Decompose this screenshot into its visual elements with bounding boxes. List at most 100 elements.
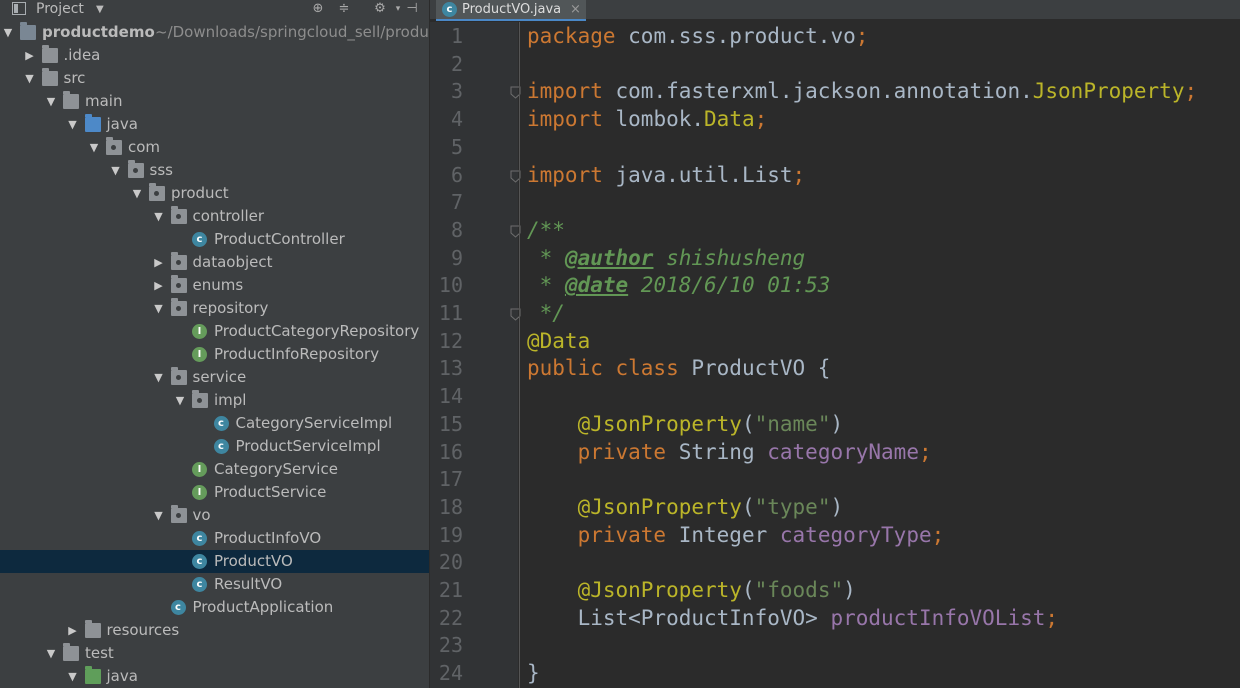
code-line[interactable]: } — [527, 660, 540, 688]
tree-item[interactable]: ▼ repository — [0, 297, 429, 320]
tree-item[interactable]: ▼ vo — [0, 504, 429, 527]
chevron-down-icon[interactable]: ▼ — [87, 136, 101, 159]
code-line[interactable]: */ — [527, 300, 565, 328]
code-line[interactable]: List<ProductInfoVO> productInfoVOList; — [527, 605, 1058, 633]
chevron-right-icon[interactable]: ▶ — [152, 251, 166, 274]
tree-item[interactable]: ▼ productdemo ~/Downloads/springcloud_sell… — [0, 21, 429, 44]
chevron-right-icon[interactable]: ▶ — [66, 619, 80, 642]
chevron-down-icon[interactable]: ▼ — [96, 0, 104, 19]
tree-item[interactable]: c ProductInfoVO — [0, 527, 429, 550]
tree-item[interactable]: ▶ enums — [0, 274, 429, 297]
folder-icon — [41, 45, 58, 63]
line-number: 19 — [438, 522, 463, 547]
tree-item[interactable]: ▼ impl — [0, 389, 429, 412]
tree-item[interactable]: c ProductController — [0, 228, 429, 251]
code-line[interactable]: @JsonProperty("foods") — [527, 577, 856, 605]
close-icon[interactable]: × — [570, 0, 581, 19]
code-token: "type" — [754, 494, 831, 519]
collapse-icon[interactable]: ≑ — [336, 1, 352, 17]
code-line[interactable]: import lombok.Data; — [527, 106, 767, 134]
tree-item[interactable]: ▼ test — [0, 642, 429, 665]
line-number: 13 — [438, 356, 463, 381]
code-line[interactable]: @JsonProperty("type") — [527, 494, 844, 522]
gear-icon[interactable]: ⚙ — [372, 1, 388, 17]
line-number-gutter: 1 2 3 4 5 6 7 8 9 10 11 12 13 14 15 16 17 18 19 20 21 22 23 24 — [430, 22, 521, 688]
tab-label: ProductVO.java — [462, 2, 562, 17]
tree-item[interactable]: c ProductVO — [0, 550, 429, 573]
chevron-down-icon[interactable]: ▼ — [66, 665, 80, 688]
chevron-down-icon[interactable]: ▼ — [44, 90, 58, 113]
chevron-down-icon[interactable]: ▼ — [152, 366, 166, 389]
tree-item[interactable]: ▼ product — [0, 182, 429, 205]
line-number: 22 — [438, 605, 463, 630]
code-line[interactable]: @JsonProperty("name") — [527, 411, 844, 439]
tree-item[interactable]: ▼ java — [0, 113, 429, 136]
code-line[interactable]: private String categoryName; — [527, 439, 932, 467]
tree-item-label: ProductInfoVO — [214, 529, 322, 547]
tree-item[interactable]: ▼ sss — [0, 159, 429, 182]
tree-item-label: sss — [149, 161, 173, 179]
tree-item-label: ProductInfoRepository — [214, 345, 380, 363]
code-line[interactable]: @Data — [527, 328, 590, 356]
chevron-down-icon[interactable]: ▼ — [66, 113, 80, 136]
tree-item-label: enums — [192, 276, 244, 294]
code-token: @JsonProperty — [577, 494, 742, 519]
code-line[interactable]: public class ProductVO { — [527, 355, 830, 383]
tree-item[interactable]: c ProductApplication — [0, 596, 429, 619]
code-line[interactable]: package com.sss.product.vo; — [527, 23, 868, 51]
chevron-down-icon[interactable]: ▼ — [44, 642, 58, 665]
editor-tab-bar: c ProductVO.java × — [430, 0, 1240, 21]
tree-item[interactable]: c CategoryServiceImpl — [0, 412, 429, 435]
code-token: Data — [704, 107, 755, 132]
tree-item-label: main — [85, 92, 123, 110]
line-number: 18 — [438, 494, 463, 519]
code-line[interactable]: import java.util.List; — [527, 162, 805, 190]
editor-tab-productvo[interactable]: c ProductVO.java × — [436, 0, 586, 21]
code-token: ( — [741, 494, 755, 519]
chevron-down-icon[interactable]: ▼ — [152, 504, 166, 527]
tree-item[interactable]: ▼ java — [0, 665, 429, 688]
tree-item[interactable]: I ProductCategoryRepository — [0, 320, 429, 343]
chevron-down-icon[interactable]: ▼ — [130, 182, 144, 205]
chevron-down-icon[interactable]: ▼ — [1, 21, 15, 44]
code-line[interactable]: * @author shishusheng — [527, 245, 806, 273]
code-line[interactable]: * @date 2018/6/10 01:53 — [527, 272, 831, 300]
chevron-down-icon[interactable]: ▼ — [109, 159, 123, 182]
code-token: ; — [754, 107, 768, 132]
code-line[interactable]: import com.fasterxml.jackson.annotation.… — [527, 78, 1197, 106]
chevron-down-icon[interactable]: ▼ — [173, 389, 187, 412]
tree-item[interactable]: I ProductInfoRepository — [0, 343, 429, 366]
project-panel-title[interactable]: Project — [36, 0, 84, 19]
code-token: String — [678, 439, 768, 464]
code-line[interactable]: /** — [527, 217, 565, 245]
tree-item-label: resources — [106, 621, 180, 639]
tree-item[interactable]: ▶ dataobject — [0, 251, 429, 274]
crosshair-icon[interactable]: ⊕ — [310, 1, 326, 17]
pin-icon[interactable]: ⊣ — [404, 1, 420, 17]
tree-item[interactable]: ▼ com — [0, 136, 429, 159]
chevron-right-icon[interactable]: ▶ — [23, 44, 37, 67]
tree-item[interactable]: c ResultVO — [0, 573, 429, 596]
folder-icon — [63, 643, 79, 661]
folder-icon — [41, 68, 58, 86]
tree-item-label: src — [63, 69, 86, 87]
tree-item[interactable]: I CategoryService — [0, 458, 429, 481]
code-token: @author — [564, 245, 654, 270]
interface-icon: I — [192, 324, 207, 339]
code-line[interactable]: private Integer categoryType; — [527, 522, 945, 550]
tree-item[interactable]: I ProductService — [0, 481, 429, 504]
chevron-down-icon[interactable]: ▼ — [23, 67, 37, 90]
tree-item[interactable]: ▼ main — [0, 90, 429, 113]
chevron-right-icon[interactable]: ▶ — [152, 274, 166, 297]
class-icon: c — [192, 531, 207, 546]
chevron-down-icon[interactable]: ▼ — [152, 205, 166, 228]
tree-item[interactable]: ▶ resources — [0, 619, 429, 642]
chevron-down-icon[interactable]: ▼ — [152, 297, 166, 320]
line-number: 9 — [450, 245, 463, 270]
package-icon — [106, 137, 122, 155]
tree-item[interactable]: ▼ src — [0, 67, 429, 90]
tree-item[interactable]: ▼ service — [0, 366, 429, 389]
tree-item[interactable]: c ProductServiceImpl — [0, 435, 429, 458]
tree-item[interactable]: ▼ controller — [0, 205, 429, 228]
tree-item[interactable]: ▶ .idea — [0, 44, 429, 67]
